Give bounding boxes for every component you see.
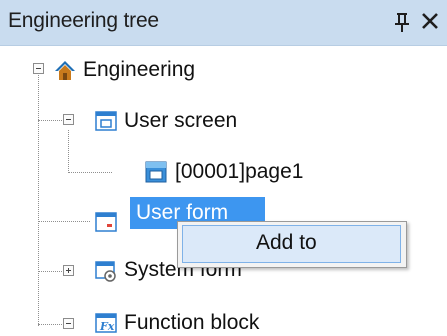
home-icon xyxy=(55,61,75,80)
expander-function-block[interactable] xyxy=(63,318,74,329)
close-icon[interactable] xyxy=(419,10,441,32)
pin-icon[interactable] xyxy=(392,11,412,33)
tree-item-user-screen[interactable]: User screen xyxy=(124,108,237,134)
panel-titlebar: Engineering tree xyxy=(0,0,447,46)
window-icon xyxy=(95,111,117,131)
form-icon xyxy=(95,212,117,232)
expander-engineering[interactable] xyxy=(33,63,44,74)
engineering-tree: Engineering User screen [00001]page1 Use… xyxy=(0,46,447,336)
system-form-icon xyxy=(95,261,116,282)
function-block-icon: Fx xyxy=(95,313,117,333)
expander-system-form[interactable] xyxy=(63,265,74,276)
page-icon xyxy=(145,161,167,183)
context-menu: Add to xyxy=(177,221,407,268)
tree-item-function-block[interactable]: Function block xyxy=(124,310,259,336)
panel-title: Engineering tree xyxy=(8,9,159,32)
context-menu-add-to-label: Add to xyxy=(256,231,317,254)
expander-user-screen[interactable] xyxy=(63,114,74,125)
tree-item-page1[interactable]: [00001]page1 xyxy=(175,159,303,185)
context-menu-add-to[interactable]: Add to xyxy=(182,225,401,263)
tree-connector xyxy=(68,172,112,173)
tree-connector xyxy=(38,221,90,222)
svg-text:Fx: Fx xyxy=(99,320,115,333)
engineering-tree-panel: Engineering tree Engineering User screen… xyxy=(0,0,447,336)
tree-connector xyxy=(68,130,69,173)
tree-connector xyxy=(38,69,39,326)
tree-item-engineering[interactable]: Engineering xyxy=(83,57,195,83)
